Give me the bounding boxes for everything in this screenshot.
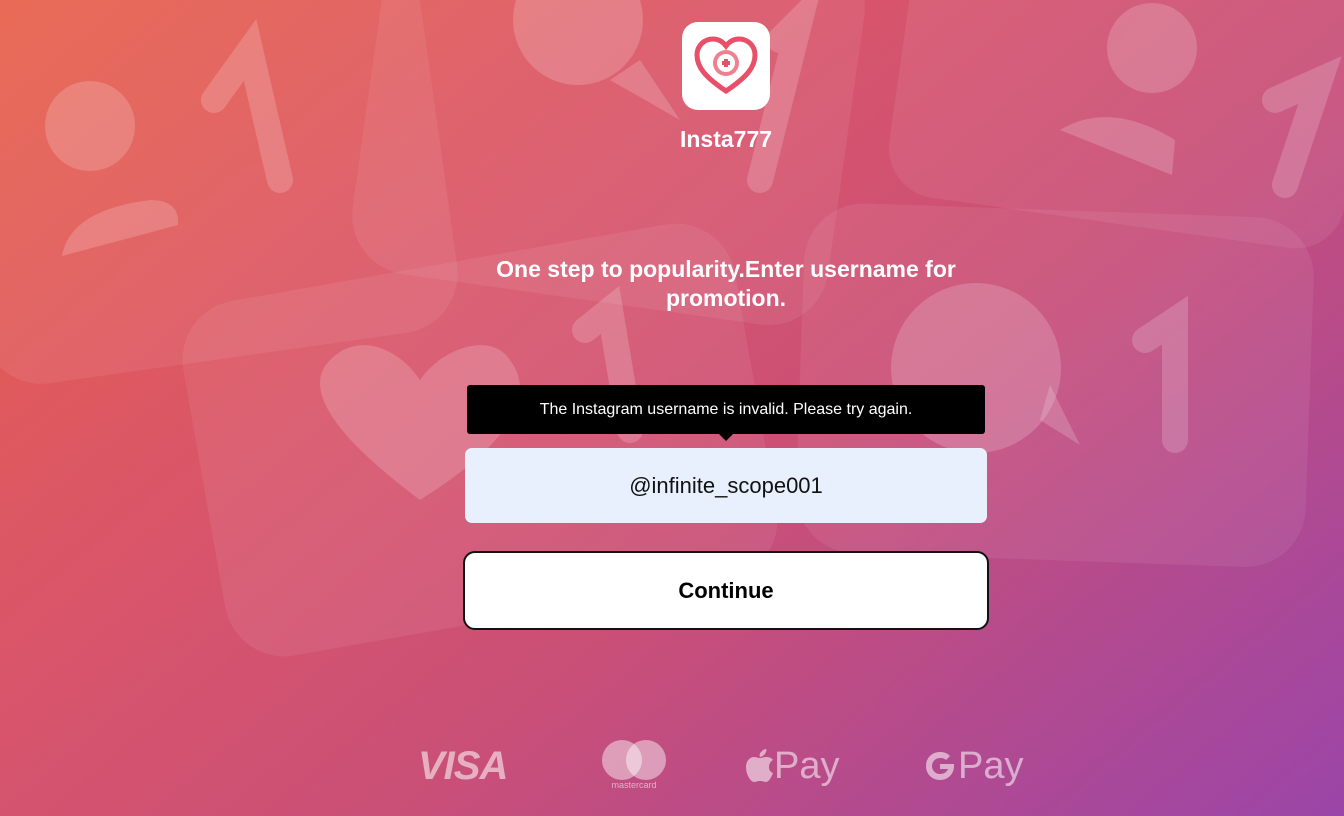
error-tooltip: The Instagram username is invalid. Pleas… [467, 385, 985, 434]
app-name: Insta777 [679, 126, 773, 152]
mastercard-logo: mastercard [600, 738, 668, 794]
google-pay-label: Pay [958, 744, 1024, 787]
apple-pay-label: Pay [774, 744, 840, 787]
mastercard-label: mastercard [611, 780, 657, 790]
visa-logo: VISA [418, 743, 508, 788]
mastercard-circles-icon [602, 740, 666, 780]
tooltip-arrow [718, 433, 734, 441]
heart-plus-logo-icon [694, 36, 758, 95]
main-content: Insta777 One step to popularity.Enter us… [0, 0, 1344, 816]
username-input[interactable] [465, 448, 987, 523]
continue-button[interactable]: Continue [463, 551, 989, 630]
page-headline: One step to popularity.Enter username fo… [496, 256, 956, 311]
google-pay-logo: Pay [922, 738, 1023, 794]
apple-icon [746, 749, 773, 782]
error-tooltip-text: The Instagram username is invalid. Pleas… [539, 400, 913, 418]
app-logo [682, 22, 770, 110]
apple-pay-logo: Pay [746, 738, 839, 794]
google-g-icon [926, 752, 954, 780]
